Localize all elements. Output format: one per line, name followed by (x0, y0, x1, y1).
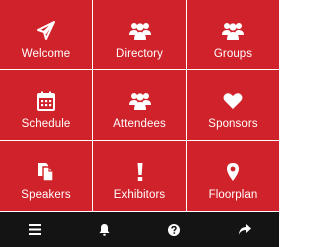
tile-exhibitors-label: Exhibitors (113, 189, 166, 201)
calendar-icon (37, 90, 55, 112)
tile-groups[interactable]: Groups (187, 0, 279, 69)
tile-schedule[interactable]: Schedule (0, 70, 92, 140)
people-group-icon (128, 90, 152, 112)
tile-sponsors[interactable]: Sponsors (187, 70, 279, 140)
tile-speakers[interactable]: Speakers (0, 141, 92, 211)
tile-exhibitors[interactable]: Exhibitors (93, 141, 186, 211)
tile-directory-label: Directory (116, 48, 163, 60)
help-button[interactable] (140, 212, 210, 247)
tile-welcome[interactable]: Welcome (0, 0, 92, 69)
tile-floorplan-label: Floorplan (208, 189, 258, 201)
paper-plane-icon (36, 20, 56, 42)
exclamation-icon (136, 161, 144, 183)
bell-icon (99, 223, 110, 236)
tile-schedule-label: Schedule (21, 118, 71, 130)
menu-button[interactable] (0, 212, 70, 247)
documents-icon (37, 161, 55, 183)
hamburger-menu-icon (28, 224, 41, 235)
share-button[interactable] (209, 212, 279, 247)
map-pin-icon (226, 161, 240, 183)
tile-floorplan[interactable]: Floorplan (187, 141, 279, 211)
people-group-icon (221, 20, 245, 42)
share-arrow-icon (238, 224, 251, 235)
tile-attendees[interactable]: Attendees (93, 70, 186, 140)
tile-welcome-label: Welcome (21, 48, 71, 60)
tile-sponsors-label: Sponsors (208, 118, 258, 130)
bottom-toolbar (0, 212, 279, 247)
app-home-screen: Welcome Directory Groups Schedule Attend… (0, 0, 279, 247)
heart-icon (223, 90, 243, 112)
help-circle-icon (168, 223, 181, 236)
tile-directory[interactable]: Directory (93, 0, 186, 69)
menu-grid: Welcome Directory Groups Schedule Attend… (0, 0, 279, 212)
people-group-icon (128, 20, 152, 42)
tile-attendees-label: Attendees (113, 118, 166, 130)
tile-speakers-label: Speakers (21, 189, 71, 201)
notifications-button[interactable] (70, 212, 140, 247)
tile-groups-label: Groups (213, 48, 253, 60)
